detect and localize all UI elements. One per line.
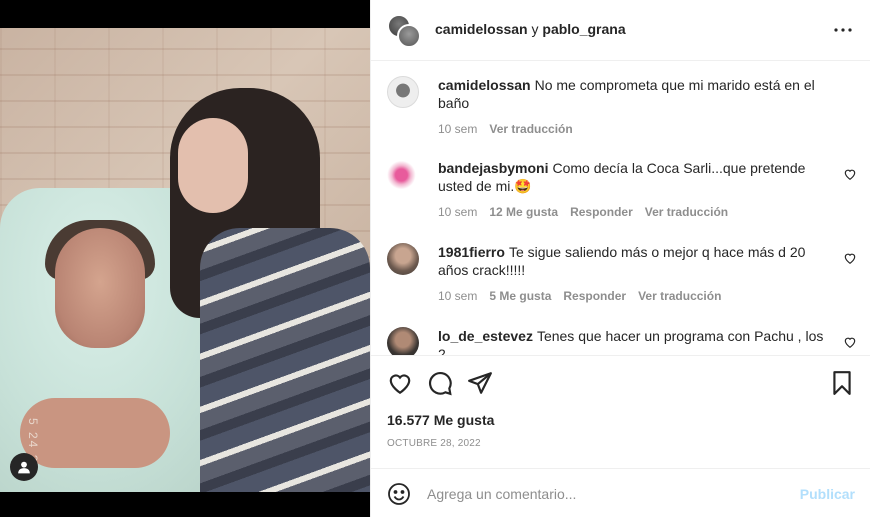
share-icon[interactable] (467, 370, 493, 396)
translate-link[interactable]: Ver traducción (638, 289, 721, 303)
post-side-panel: camidelossan y pablo_grana camidelossan N… (370, 0, 870, 517)
avatar[interactable] (387, 76, 419, 108)
post-photo[interactable]: 5 24 21 (0, 28, 370, 492)
comment-meta: 10 sem 12 Me gusta Responder Ver traducc… (438, 205, 728, 219)
avatar[interactable] (387, 243, 419, 275)
like-comment-icon[interactable] (843, 335, 857, 349)
comment-body: lo_de_estevez Tenes que hacer un programa… (438, 327, 828, 355)
comment-item: bandejasbymoni Como decía la Coca Sarli..… (387, 159, 857, 229)
translate-link[interactable]: Ver traducción (645, 205, 728, 219)
post-authors: camidelossan y pablo_grana (435, 21, 626, 37)
photo-woman-face (178, 118, 248, 213)
reply-button[interactable]: Responder (570, 205, 633, 219)
comment-item: lo_de_estevez Tenes que hacer un programa… (387, 327, 857, 355)
heart-icon[interactable] (387, 370, 413, 396)
author-username[interactable]: camidelossan (435, 21, 528, 37)
comment-item: 1981fierro Te sigue saliendo más o mejor … (387, 243, 857, 313)
reply-button[interactable]: Responder (563, 289, 626, 303)
more-options-button[interactable] (831, 18, 855, 42)
comment-username[interactable]: bandejasbymoni (438, 160, 548, 176)
post-header: camidelossan y pablo_grana (371, 0, 870, 61)
comment-item: camidelossan No me comprometa que mi mari… (387, 76, 857, 146)
author-conjunction: y (531, 21, 539, 37)
comment-input[interactable] (427, 483, 787, 505)
post-photo-pane: 5 24 21 (0, 0, 370, 517)
tagged-users-button[interactable] (10, 453, 38, 481)
comment-icon[interactable] (427, 370, 453, 396)
comment-body: camidelossan No me comprometa que mi mari… (438, 76, 828, 112)
publish-button[interactable]: Publicar (800, 486, 855, 502)
comment-time[interactable]: 10 sem (438, 122, 477, 136)
comments-list[interactable]: camidelossan No me comprometa que mi mari… (371, 61, 870, 355)
author-avatars[interactable] (387, 14, 421, 48)
like-comment-icon[interactable] (843, 167, 857, 181)
comment-username[interactable]: lo_de_estevez (438, 328, 533, 344)
bookmark-icon[interactable] (829, 370, 855, 396)
post-actions-bar (371, 355, 870, 410)
comment-time[interactable]: 10 sem (438, 205, 477, 219)
more-horizontal-icon (834, 28, 852, 32)
photo-man-arm (20, 398, 170, 468)
comment-likes[interactable]: 12 Me gusta (489, 205, 558, 219)
emoji-icon[interactable] (387, 482, 411, 506)
avatar[interactable] (387, 327, 419, 355)
comment-likes[interactable]: 5 Me gusta (489, 289, 551, 303)
avatar[interactable] (397, 24, 421, 48)
photo-man-head (55, 228, 145, 348)
comment-username[interactable]: camidelossan (438, 77, 531, 93)
comment-body: bandejasbymoni Como decía la Coca Sarli..… (438, 159, 828, 195)
comment-body: 1981fierro Te sigue saliendo más o mejor … (438, 243, 828, 279)
user-icon (18, 461, 30, 474)
author-username[interactable]: pablo_grana (542, 21, 625, 37)
comment-meta: 10 sem 5 Me gusta Responder Ver traducci… (438, 289, 721, 303)
photo-woman-figure (170, 88, 370, 492)
likes-count[interactable]: 16.577 Me gusta (387, 412, 494, 428)
avatar[interactable] (387, 159, 419, 191)
comment-username[interactable]: 1981fierro (438, 244, 505, 260)
add-comment-bar: Publicar (371, 468, 870, 517)
photo-poncho (200, 228, 370, 492)
comment-meta: 10 sem Ver traducción (438, 122, 573, 136)
post-date[interactable]: OCTUBRE 28, 2022 (387, 438, 481, 449)
translate-link[interactable]: Ver traducción (489, 122, 572, 136)
like-comment-icon[interactable] (843, 251, 857, 265)
comment-time[interactable]: 10 sem (438, 289, 477, 303)
